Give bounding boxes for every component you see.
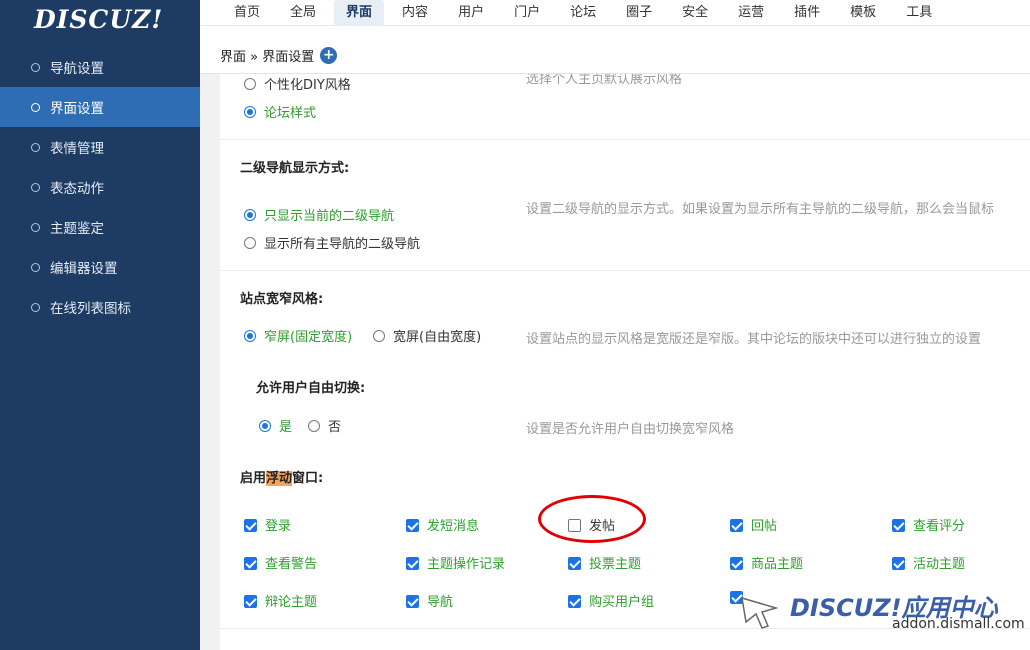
- subnav-title: 二级导航显示方式:: [240, 161, 350, 176]
- sidebar-item-click-actions[interactable]: 表态动作: [0, 167, 200, 207]
- checkbox[interactable]: [406, 519, 419, 532]
- circle-bullet-icon: [31, 142, 40, 152]
- discuz-logo[interactable]: DISCUZ!: [0, 0, 200, 38]
- floatwin-sendpm[interactable]: 发短消息: [406, 515, 479, 534]
- tab-interface[interactable]: 界面: [334, 0, 385, 26]
- search-highlight: 浮动: [266, 471, 293, 486]
- tab-plugins[interactable]: 插件: [782, 0, 832, 26]
- checkbox[interactable]: [568, 595, 581, 608]
- tab-group[interactable]: 圈子: [614, 0, 664, 26]
- breadcrumb-text: 界面 » 界面设置: [220, 50, 315, 65]
- floatwin-viewratings[interactable]: 查看评分: [892, 515, 965, 534]
- circle-bullet-icon: [31, 222, 40, 232]
- floatwin-viewwarning[interactable]: 查看警告: [244, 553, 317, 572]
- floatwin-threadmodlog[interactable]: 主题操作记录: [406, 553, 505, 572]
- home-style-option-diy[interactable]: 个性化DIY风格: [244, 74, 351, 93]
- sidebar-item-thread-stamps[interactable]: 主题鉴定: [0, 207, 200, 247]
- checkbox[interactable]: [244, 557, 257, 570]
- floatwin-reply[interactable]: 回帖: [730, 515, 777, 534]
- tab-operations[interactable]: 运营: [726, 0, 776, 26]
- sidebar-item-ui-settings[interactable]: 界面设置: [0, 87, 200, 127]
- switch-hint: 设置是否允许用户自由切换宽窄风格: [526, 422, 735, 437]
- circle-bullet-icon: [31, 302, 40, 312]
- floatwin-poll[interactable]: 投票主题: [568, 553, 641, 572]
- sidebar-item-online-icons[interactable]: 在线列表图标: [0, 287, 200, 327]
- checkbox[interactable]: [892, 519, 905, 532]
- checkbox[interactable]: [406, 595, 419, 608]
- circle-bullet-icon: [31, 182, 40, 192]
- subnav-option-all[interactable]: 显示所有主导航的二级导航: [244, 233, 420, 252]
- width-option-narrow[interactable]: 窄屏(固定宽度): [244, 326, 352, 345]
- checkbox[interactable]: [892, 557, 905, 570]
- breadcrumb: 界面 » 界面设置 +: [200, 38, 1030, 74]
- radio-forum-style[interactable]: [244, 106, 256, 118]
- switch-option-yes[interactable]: 是: [259, 416, 292, 435]
- checkbox[interactable]: [244, 519, 257, 532]
- sidebar-item-editor-settings[interactable]: 编辑器设置: [0, 247, 200, 287]
- tab-users[interactable]: 用户: [446, 0, 496, 26]
- width-title: 站点宽窄风格:: [240, 292, 324, 307]
- radio-subnav-current[interactable]: [244, 209, 256, 221]
- checkbox[interactable]: [244, 595, 257, 608]
- radio-width-narrow[interactable]: [244, 330, 256, 342]
- floatwin-buyusergroup[interactable]: 购买用户组: [568, 591, 654, 610]
- checkbox[interactable]: [730, 557, 743, 570]
- circle-bullet-icon: [31, 102, 40, 112]
- floatwin-activity[interactable]: 活动主题: [892, 553, 965, 572]
- watermark: DISCUZ!应用中心 addon.dismall.com: [740, 588, 1030, 640]
- divider: [220, 139, 1030, 140]
- radio-diy[interactable]: [244, 78, 256, 90]
- tab-templates[interactable]: 模板: [838, 0, 888, 26]
- tab-global[interactable]: 全局: [278, 0, 328, 26]
- sidebar: DISCUZ! 导航设置 界面设置 表情管理 表态动作 主题鉴定 编辑器设置 在…: [0, 0, 200, 650]
- checkbox[interactable]: [406, 557, 419, 570]
- switch-option-no[interactable]: 否: [308, 416, 341, 435]
- radio-subnav-all[interactable]: [244, 237, 256, 249]
- watermark-url: addon.dismall.com: [892, 616, 1025, 632]
- radio-switch-yes[interactable]: [259, 420, 271, 432]
- cursor-arrow-icon: [741, 596, 779, 629]
- width-hint: 设置站点的显示风格是宽版还是窄版。其中论坛的版块中还可以进行独立的设置: [526, 332, 982, 347]
- radio-width-wide[interactable]: [373, 330, 385, 342]
- floatwin-trade[interactable]: 商品主题: [730, 553, 803, 572]
- switch-title: 允许用户自由切换:: [256, 381, 366, 396]
- divider: [220, 270, 1030, 271]
- tab-home[interactable]: 首页: [222, 0, 272, 26]
- tab-content[interactable]: 内容: [390, 0, 440, 26]
- sidebar-item-nav-settings[interactable]: 导航设置: [0, 47, 200, 87]
- side-menu: 导航设置 界面设置 表情管理 表态动作 主题鉴定 编辑器设置 在线列表图标: [0, 47, 200, 327]
- subnav-option-current[interactable]: 只显示当前的二级导航: [244, 205, 394, 224]
- tab-tools[interactable]: 工具: [894, 0, 944, 26]
- checkbox[interactable]: [730, 519, 743, 532]
- tab-security[interactable]: 安全: [670, 0, 720, 26]
- checkbox[interactable]: [568, 557, 581, 570]
- top-nav: 首页 全局 界面 内容 用户 门户 论坛 圈子 安全 运营 插件 模板 工具: [200, 0, 1030, 26]
- add-shortcut-button[interactable]: +: [320, 47, 338, 64]
- circle-bullet-icon: [31, 62, 40, 72]
- subnav-hint: 设置二级导航的显示方式。如果设置为显示所有主导航的二级导航，那么会当鼠标: [526, 202, 995, 217]
- width-option-wide[interactable]: 宽屏(自由宽度): [373, 326, 481, 345]
- floatwin-title: 启用浮动窗口:: [240, 471, 324, 486]
- tab-portal[interactable]: 门户: [502, 0, 552, 26]
- floatwin-debate[interactable]: 辩论主题: [244, 591, 317, 610]
- annotation-circle: [538, 495, 646, 543]
- floatwin-nav[interactable]: 导航: [406, 591, 453, 610]
- sidebar-item-smilies[interactable]: 表情管理: [0, 127, 200, 167]
- floatwin-login[interactable]: 登录: [244, 515, 291, 534]
- circle-bullet-icon: [31, 262, 40, 272]
- radio-switch-no[interactable]: [308, 420, 320, 432]
- tab-forum[interactable]: 论坛: [558, 0, 608, 26]
- home-style-option-forum[interactable]: 论坛样式: [244, 102, 316, 121]
